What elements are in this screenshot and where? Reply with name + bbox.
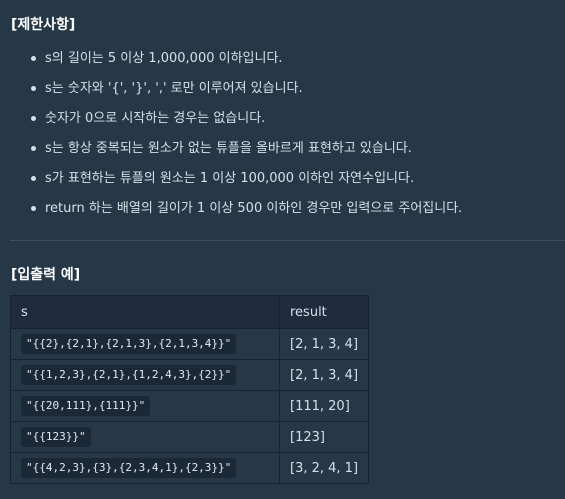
bullet-icon (31, 116, 36, 121)
constraint-text: s는 숫자와 '{', '}', ',' 로만 이루어져 있습니다. (45, 81, 303, 96)
cell-s: "{{4,2,3},{3},{2,3,4,1},{2,3}}" (10, 452, 280, 484)
table-row: "{{20,111},{111}}" [111, 20] (10, 390, 369, 422)
s-value: "{{1,2,3},{2,1},{1,2,4,3},{2}}" (21, 365, 237, 385)
bullet-icon (31, 206, 36, 211)
cell-result: [111, 20] (279, 390, 369, 422)
bullet-icon (31, 176, 36, 181)
cell-result: [2, 1, 3, 4] (279, 359, 369, 391)
bullet-icon (31, 56, 36, 61)
constraints-heading: [제한사항] (11, 17, 76, 33)
constraint-item: s의 길이는 5 이상 1,000,000 이하입니다. (0, 44, 565, 74)
s-value: "{{123}}" (21, 427, 91, 447)
s-value: "{{20,111},{111}}" (21, 396, 151, 416)
cell-s: "{{123}}" (10, 421, 280, 453)
bullet-icon (31, 86, 36, 91)
table-row: "{{123}}" [123] (10, 421, 369, 453)
constraint-text: s의 길이는 5 이상 1,000,000 이하입니다. (45, 51, 283, 66)
header-s: s (10, 295, 280, 329)
constraint-text: return 하는 배열의 길이가 1 이상 500 이하인 경우만 입력으로 … (45, 201, 463, 216)
constraints-list: s의 길이는 5 이상 1,000,000 이하입니다. s는 숫자와 '{',… (0, 44, 565, 224)
constraint-text: s가 표현하는 튜플의 원소는 1 이상 100,000 이하인 자연수입니다. (45, 171, 415, 186)
table-row: "{{4,2,3},{3},{2,3,4,1},{2,3}}" [3, 2, 4… (10, 452, 369, 484)
cell-s: "{{20,111},{111}}" (10, 390, 280, 422)
cell-s: "{{2},{2,1},{2,1,3},{2,1,3,4}}" (10, 328, 280, 360)
problem-description: [제한사항] s의 길이는 5 이상 1,000,000 이하입니다. s는 숫… (0, 0, 565, 499)
table-row: "{{2},{2,1},{2,1,3},{2,1,3,4}}" [2, 1, 3… (10, 328, 369, 360)
io-heading: [입출력 예] (11, 267, 81, 283)
s-value: "{{4,2,3},{3},{2,3,4,1},{2,3}}" (21, 458, 237, 478)
section-divider (10, 240, 565, 241)
bullet-icon (31, 146, 36, 151)
constraint-item: s는 숫자와 '{', '}', ',' 로만 이루어져 있습니다. (0, 74, 565, 104)
constraint-item: 숫자가 0으로 시작하는 경우는 없습니다. (0, 104, 565, 134)
cell-result: [3, 2, 4, 1] (279, 452, 369, 484)
table-row: "{{1,2,3},{2,1},{1,2,4,3},{2}}" [2, 1, 3… (10, 359, 369, 391)
cell-result: [2, 1, 3, 4] (279, 328, 369, 360)
io-example-table: s result "{{2},{2,1},{2,1,3},{2,1,3,4}}"… (10, 295, 369, 484)
constraint-item: s는 항상 중복되는 원소가 없는 튜플을 올바르게 표현하고 있습니다. (0, 134, 565, 164)
constraint-item: s가 표현하는 튜플의 원소는 1 이상 100,000 이하인 자연수입니다. (0, 164, 565, 194)
s-value: "{{2},{2,1},{2,1,3},{2,1,3,4}}" (21, 334, 237, 354)
cell-result: [123] (279, 421, 369, 453)
constraint-text: 숫자가 0으로 시작하는 경우는 없습니다. (45, 111, 266, 126)
header-result: result (279, 295, 369, 329)
constraint-text: s는 항상 중복되는 원소가 없는 튜플을 올바르게 표현하고 있습니다. (45, 141, 412, 156)
cell-s: "{{1,2,3},{2,1},{1,2,4,3},{2}}" (10, 359, 280, 391)
constraint-item: return 하는 배열의 길이가 1 이상 500 이하인 경우만 입력으로 … (0, 194, 565, 224)
table-header-row: s result (10, 295, 369, 329)
